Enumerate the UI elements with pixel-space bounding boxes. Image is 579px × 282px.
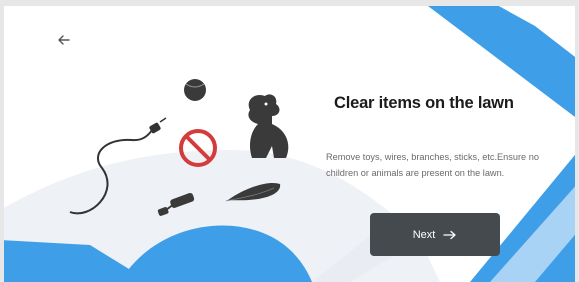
- window-frame-left: [0, 0, 4, 282]
- instruction-text: Remove toys, wires, branches, sticks, et…: [326, 152, 539, 178]
- arrow-left-icon: [58, 35, 70, 45]
- cable-icon: [69, 117, 167, 215]
- toy-icon: [157, 192, 195, 216]
- leaf-icon: [225, 182, 281, 202]
- window-frame-right: [575, 0, 579, 282]
- back-button[interactable]: [52, 28, 76, 52]
- no-symbol-icon: [179, 129, 217, 167]
- content-panel: Clear items on the lawn Remove toys, wir…: [322, 94, 552, 181]
- screen: Clear items on the lawn Remove toys, wir…: [0, 0, 579, 282]
- next-button[interactable]: Next: [370, 213, 500, 256]
- window-frame-top: [0, 0, 579, 6]
- ball-icon: [184, 79, 206, 101]
- lawn-items-illustration: [69, 79, 289, 216]
- dog-icon: [248, 94, 289, 158]
- arrow-right-icon: [443, 230, 456, 239]
- next-button-label: Next: [412, 228, 436, 241]
- page-title: Clear items on the lawn: [334, 94, 514, 112]
